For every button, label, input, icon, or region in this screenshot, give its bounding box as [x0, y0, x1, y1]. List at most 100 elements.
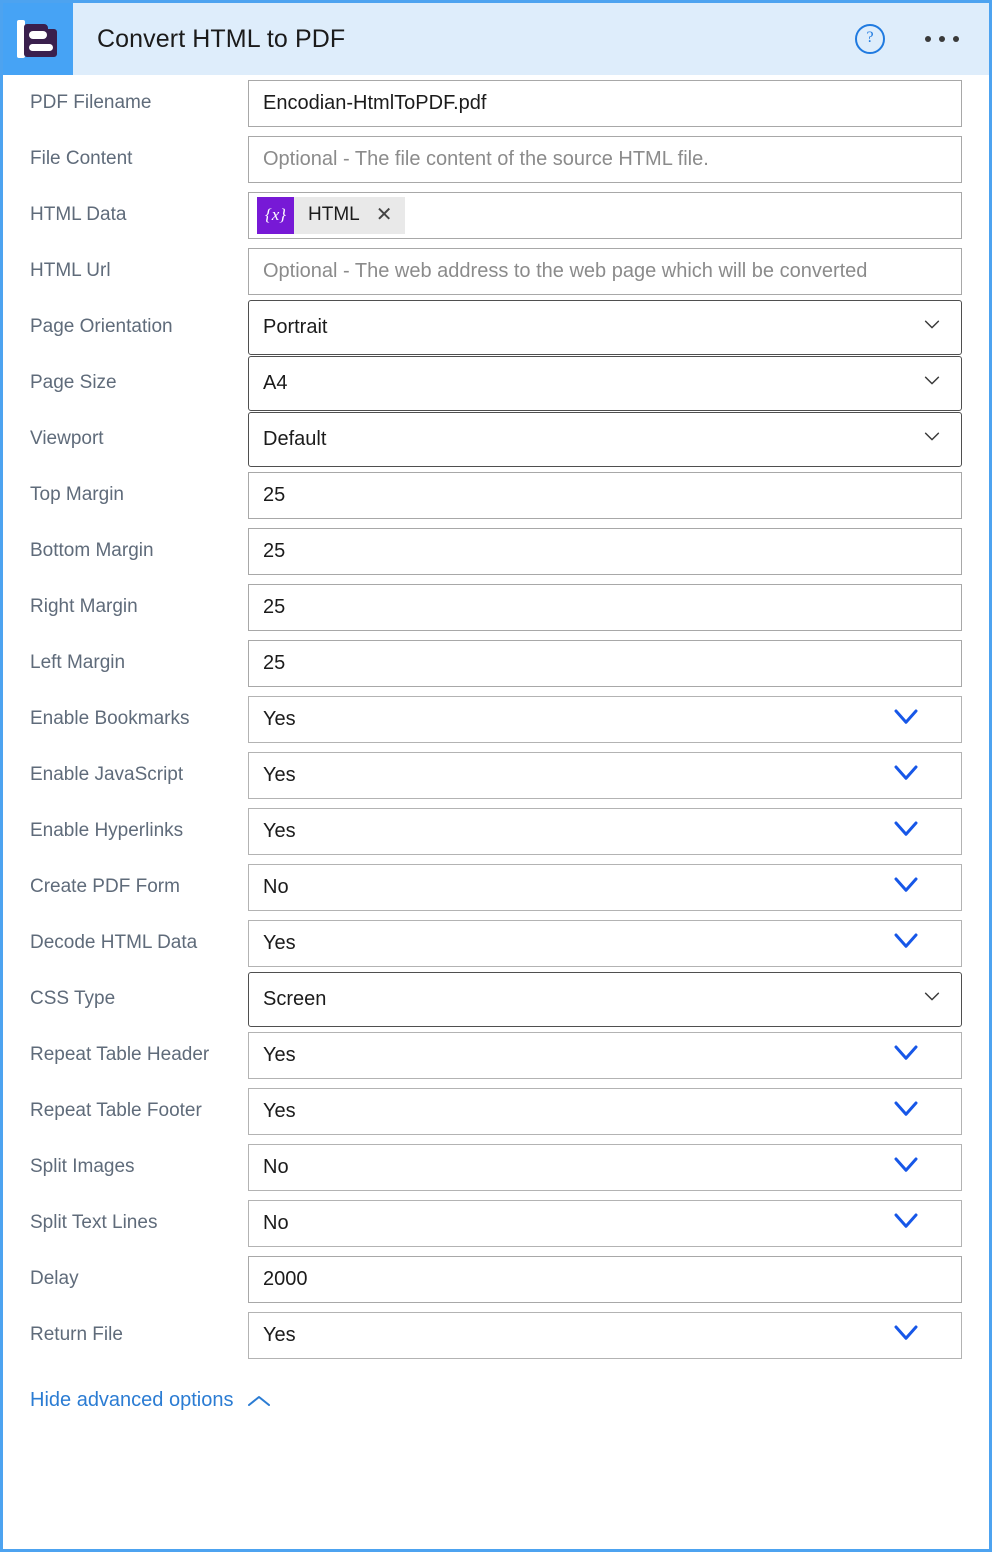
field-control-top-margin: 25	[248, 471, 962, 519]
dropdown-split-text-lines[interactable]: No	[248, 1199, 962, 1247]
field-label-css-type: CSS Type	[30, 988, 116, 1009]
field-label-repeat-table-footer: Repeat Table Footer	[30, 1100, 202, 1121]
token-remove-close-icon[interactable]: ✕	[376, 205, 393, 225]
field-label-top-margin: Top Margin	[30, 484, 124, 505]
dropdown-split-images[interactable]: No	[248, 1143, 962, 1191]
field-row-decode-html-data: Decode HTML Data Yes	[30, 915, 962, 971]
selected-value: Screen	[263, 987, 327, 1010]
chevron-down-icon	[921, 369, 947, 397]
chevron-down-icon	[891, 1093, 947, 1129]
input-pdf-filename[interactable]: Encodian-HtmlToPDF.pdf	[248, 79, 962, 127]
field-label-right-margin: Right Margin	[30, 596, 138, 617]
field-row-file-content: File Content Optional - The file content …	[30, 131, 962, 187]
dynamic-content-token[interactable]: {x} HTML ✕	[257, 196, 405, 234]
field-control-html-data: {x} HTML ✕	[248, 191, 962, 239]
chevron-down-icon	[921, 313, 947, 341]
input-html-url[interactable]: Optional - The web address to the web pa…	[248, 247, 962, 295]
dropdown-enable-bookmarks[interactable]: Yes	[248, 695, 962, 743]
field-control-pdf-filename: Encodian-HtmlToPDF.pdf	[248, 79, 962, 127]
dropdown-decode-html-data[interactable]: Yes	[248, 919, 962, 967]
selected-value: Yes	[263, 1099, 296, 1122]
selected-value: Portrait	[263, 315, 328, 338]
action-card: Convert HTML to PDF ? PDF Filename Encodi…	[0, 0, 992, 1552]
input-bottom-margin[interactable]: 25	[248, 527, 962, 575]
dropdown-repeat-table-footer[interactable]: Yes	[248, 1087, 962, 1135]
selected-value: Yes	[263, 707, 296, 730]
selected-value: A4	[263, 371, 288, 394]
header-actions: ?	[855, 24, 989, 54]
expression-variable-icon: {x}	[257, 196, 294, 234]
chevron-down-icon	[891, 1037, 947, 1073]
dropdown-enable-javascript[interactable]: Yes	[248, 751, 962, 799]
field-control-delay: 2000	[248, 1255, 962, 1303]
field-label-split-images: Split Images	[30, 1156, 135, 1177]
field-row-return-file: Return File Yes	[30, 1307, 962, 1363]
card-footer: Hide advanced options	[3, 1363, 989, 1412]
field-label-enable-hyperlinks: Enable Hyperlinks	[30, 820, 184, 841]
field-control-css-type: Screen	[248, 971, 962, 1027]
field-label-enable-javascript: Enable JavaScript	[30, 764, 184, 785]
input-right-margin[interactable]: 25	[248, 583, 962, 631]
field-label-pdf-filename: PDF Filename	[30, 92, 152, 113]
combobox-page-size[interactable]: A4	[248, 355, 962, 411]
field-label-page-orientation: Page Orientation	[30, 316, 173, 337]
combobox-css-type[interactable]: Screen	[248, 971, 962, 1027]
field-label-decode-html-data: Decode HTML Data	[30, 932, 198, 953]
token-label: HTML	[308, 204, 360, 225]
field-label-repeat-table-header: Repeat Table Header	[30, 1044, 210, 1065]
combobox-page-orientation[interactable]: Portrait	[248, 299, 962, 355]
encodian-e-logo-icon	[17, 17, 59, 61]
chevron-down-icon	[891, 1205, 947, 1241]
dropdown-repeat-table-header[interactable]: Yes	[248, 1031, 962, 1079]
field-label-html-data: HTML Data	[30, 204, 127, 225]
selected-value: Default	[263, 427, 327, 450]
chevron-down-icon	[891, 869, 947, 905]
field-control-page-size: A4	[248, 355, 962, 411]
field-row-left-margin: Left Margin 25	[30, 635, 962, 691]
chevron-down-icon	[891, 1317, 947, 1353]
field-control-split-images: No	[248, 1143, 962, 1191]
chevron-down-icon	[891, 757, 947, 793]
hide-advanced-options-link[interactable]: Hide advanced options	[30, 1389, 271, 1412]
field-row-split-images: Split Images No	[30, 1139, 962, 1195]
field-control-split-text-lines: No	[248, 1199, 962, 1247]
selected-value: Yes	[263, 819, 296, 842]
field-row-repeat-table-footer: Repeat Table Footer Yes	[30, 1083, 962, 1139]
input-left-margin[interactable]: 25	[248, 639, 962, 687]
field-control-enable-hyperlinks: Yes	[248, 807, 962, 855]
dropdown-create-pdf-form[interactable]: No	[248, 863, 962, 911]
field-control-viewport: Default	[248, 411, 962, 467]
field-control-bottom-margin: 25	[248, 527, 962, 575]
field-row-bottom-margin: Bottom Margin 25	[30, 523, 962, 579]
field-control-enable-javascript: Yes	[248, 751, 962, 799]
field-row-html-url: HTML Url Optional - The web address to th…	[30, 243, 962, 299]
chevron-down-icon	[891, 925, 947, 961]
field-label-html-url: HTML Url	[30, 260, 111, 281]
field-control-right-margin: 25	[248, 583, 962, 631]
field-label-enable-bookmarks: Enable Bookmarks	[30, 708, 190, 729]
more-options-ellipsis-icon[interactable]	[925, 36, 959, 42]
selected-value: Yes	[263, 763, 296, 786]
input-delay[interactable]: 2000	[248, 1255, 962, 1303]
field-row-page-orientation: Page Orientation Portrait	[30, 299, 962, 355]
dropdown-return-file[interactable]: Yes	[248, 1311, 962, 1359]
fields-list: PDF Filename Encodian-HtmlToPDF.pdf File C…	[3, 75, 989, 1363]
field-row-css-type: CSS Type Screen	[30, 971, 962, 1027]
field-row-enable-bookmarks: Enable Bookmarks Yes	[30, 691, 962, 747]
input-top-margin[interactable]: 25	[248, 471, 962, 519]
selected-value: No	[263, 1155, 289, 1178]
input-file-content[interactable]: Optional - The file content of the sourc…	[248, 135, 962, 183]
field-row-top-margin: Top Margin 25	[30, 467, 962, 523]
field-row-page-size: Page Size A4	[30, 355, 962, 411]
card-title: Convert HTML to PDF	[97, 24, 346, 53]
field-control-decode-html-data: Yes	[248, 919, 962, 967]
field-label-left-margin: Left Margin	[30, 652, 126, 673]
field-row-enable-javascript: Enable JavaScript Yes	[30, 747, 962, 803]
combobox-viewport[interactable]: Default	[248, 411, 962, 467]
dropdown-enable-hyperlinks[interactable]: Yes	[248, 807, 962, 855]
field-label-bottom-margin: Bottom Margin	[30, 540, 154, 561]
hide-advanced-options-label: Hide advanced options	[30, 1389, 234, 1411]
encodian-logo-tile	[3, 3, 73, 75]
input-html-data[interactable]: {x} HTML ✕	[248, 191, 962, 239]
help-question-icon[interactable]: ?	[855, 24, 885, 54]
